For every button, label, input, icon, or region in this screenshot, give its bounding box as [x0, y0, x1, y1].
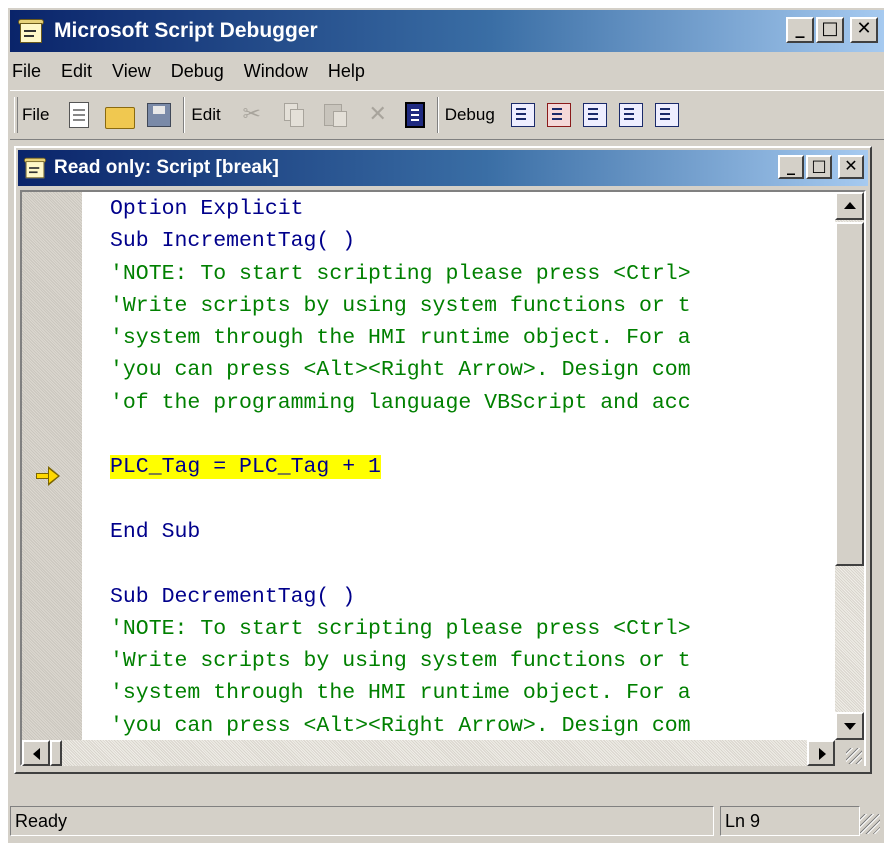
up-arrow-icon: [844, 202, 856, 209]
step-out-icon[interactable]: [618, 103, 643, 127]
code-line: Sub DecrementTag( ): [110, 584, 356, 609]
stop-debugging-icon[interactable]: [546, 103, 571, 127]
step-over-icon[interactable]: [582, 103, 607, 127]
document-title: Read only: Script [break]: [54, 157, 279, 178]
new-document-icon[interactable]: [69, 102, 90, 128]
down-arrow-icon: [844, 723, 856, 730]
code-editor[interactable]: Option Explicit Sub IncrementTag( ) 'NOT…: [20, 190, 866, 766]
paste-icon[interactable]: [321, 100, 351, 130]
open-folder-icon[interactable]: [105, 107, 136, 129]
breakpoint-margin[interactable]: [22, 192, 82, 740]
resize-grip-icon[interactable]: [835, 740, 864, 766]
horizontal-scrollbar[interactable]: [22, 740, 835, 766]
code-line: End Sub: [110, 519, 201, 544]
toolbar-edit-label: Edit: [191, 105, 221, 124]
menu-help[interactable]: Help: [318, 61, 375, 82]
vertical-scrollbar[interactable]: [835, 192, 864, 740]
step-into-icon[interactable]: [510, 103, 535, 127]
document-title-bar[interactable]: Read only: Script [break] _ □ ✕: [18, 150, 868, 186]
status-resize-grip-icon[interactable]: [860, 814, 880, 834]
code-line: 'NOTE: To start scripting please press <…: [110, 616, 691, 641]
code-text-area[interactable]: Option Explicit Sub IncrementTag( ) 'NOT…: [82, 192, 835, 740]
code-line: 'you can press <Alt><Right Arrow>. Desig…: [110, 358, 691, 383]
toolbar-debug-label: Debug: [444, 105, 495, 124]
horizontal-scroll-thumb[interactable]: [50, 740, 62, 766]
save-icon[interactable]: [147, 103, 172, 127]
menu-bar: File Edit View Debug Window Help: [10, 54, 884, 88]
cut-icon[interactable]: ✂: [237, 100, 267, 130]
code-line: 'you can press <Alt><Right Arrow>. Desig…: [110, 713, 691, 738]
scroll-left-button[interactable]: [22, 740, 50, 766]
toolbar-separator: [436, 97, 439, 133]
document-icon: [22, 156, 48, 180]
code-line: Option Explicit: [110, 197, 304, 221]
document-minimize-button[interactable]: _: [778, 155, 804, 179]
script-document-window: Read only: Script [break] _ □ ✕ Option E…: [14, 146, 872, 774]
window-title: Microsoft Script Debugger: [54, 19, 318, 42]
menu-file[interactable]: File: [10, 61, 51, 82]
properties-icon[interactable]: [404, 102, 425, 128]
current-statement-highlight: PLC_Tag = PLC_Tag + 1: [110, 455, 381, 480]
status-message: Ready: [10, 806, 714, 836]
code-line: Sub IncrementTag( ): [110, 229, 356, 254]
code-line: 'system through the HMI runtime object. …: [110, 681, 691, 706]
maximize-button[interactable]: □: [816, 17, 844, 43]
menu-window[interactable]: Window: [234, 61, 318, 82]
title-bar[interactable]: Microsoft Script Debugger _ □ ✕: [10, 10, 884, 52]
toolbar-file-label: File: [22, 105, 50, 124]
status-bar: Ready Ln 9: [10, 802, 884, 838]
code-line: 'NOTE: To start scripting please press <…: [110, 261, 691, 286]
right-arrow-icon: [819, 748, 826, 760]
document-maximize-button[interactable]: □: [806, 155, 832, 179]
left-arrow-icon: [33, 748, 40, 760]
code-line: 'system through the HMI runtime object. …: [110, 326, 691, 351]
document-close-button[interactable]: ✕: [838, 155, 864, 179]
status-line-number: Ln 9: [720, 806, 860, 836]
close-button[interactable]: ✕: [850, 17, 878, 43]
scroll-down-button[interactable]: [835, 712, 864, 740]
script-debugger-window: Microsoft Script Debugger _ □ ✕ File Edi…: [8, 8, 884, 843]
delete-icon[interactable]: ✕: [363, 100, 393, 130]
code-line: 'Write scripts by using system functions…: [110, 649, 691, 674]
code-line: 'of the programming language VBScript an…: [110, 390, 691, 415]
code-line: 'Write scripts by using system functions…: [110, 293, 691, 318]
current-line-arrow-icon: [36, 466, 62, 486]
current-code-line: PLC_Tag = PLC_Tag + 1: [110, 451, 835, 483]
vertical-scroll-thumb[interactable]: [835, 222, 864, 566]
toolbar-separator: [183, 97, 186, 133]
scroll-up-button[interactable]: [835, 192, 864, 220]
menu-view[interactable]: View: [102, 61, 161, 82]
app-icon: [16, 17, 46, 45]
scroll-right-button[interactable]: [807, 740, 835, 766]
menu-edit[interactable]: Edit: [51, 61, 102, 82]
toggle-breakpoint-icon[interactable]: [654, 103, 679, 127]
toolbar-grip[interactable]: [14, 97, 18, 133]
minimize-button[interactable]: _: [786, 17, 814, 43]
copy-icon[interactable]: [279, 100, 309, 130]
document-window-controls: _ □ ✕: [778, 155, 864, 179]
toolbar: File Edit ✂ ✕ Debug: [10, 90, 884, 140]
window-controls: _ □ ✕: [786, 17, 878, 43]
menu-debug[interactable]: Debug: [161, 61, 234, 82]
